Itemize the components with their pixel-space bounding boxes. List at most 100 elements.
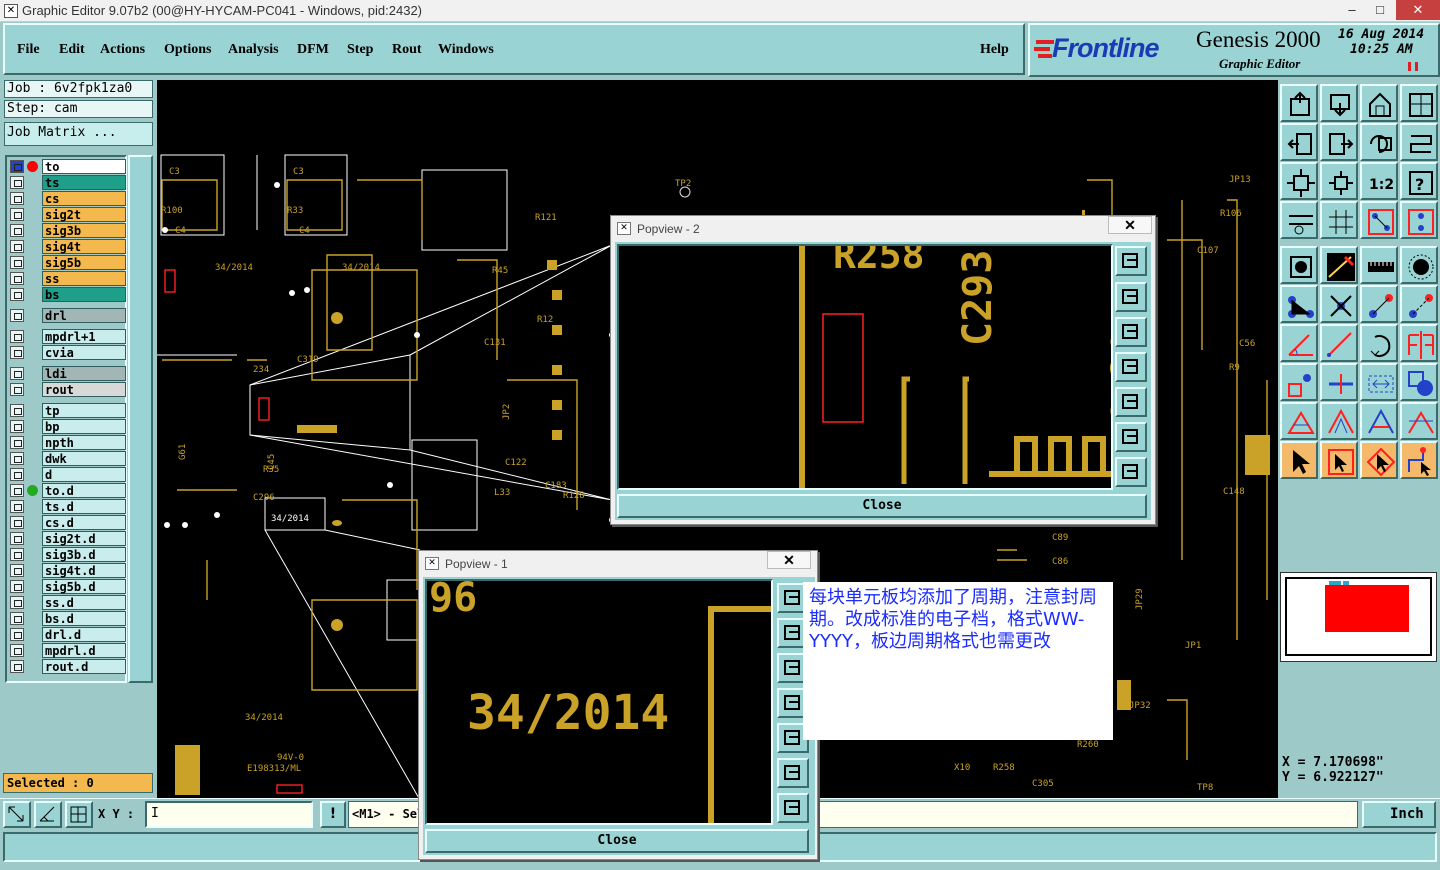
pan-button[interactable] <box>1115 457 1147 487</box>
popview-1-view[interactable]: 96 34/2014 <box>425 579 773 825</box>
menu-options[interactable]: Options <box>164 42 211 58</box>
layer-row-sig2t-d[interactable]: sig2t.d <box>9 531 126 546</box>
layer-name[interactable]: cvia <box>42 345 126 360</box>
layer-name[interactable]: sig4t.d <box>42 563 126 578</box>
layer-name[interactable]: bp <box>42 419 126 434</box>
connect-button[interactable] <box>1280 285 1318 323</box>
zoom-fit-button[interactable] <box>3 801 31 828</box>
layer-name[interactable]: cs <box>42 191 126 206</box>
board-minimap[interactable] <box>1280 572 1437 662</box>
select-box-button[interactable] <box>1320 441 1358 479</box>
pan-right-button[interactable] <box>1115 387 1147 417</box>
layer-row-sig5b-d[interactable]: sig5b.d <box>9 579 126 594</box>
layer-row-ldi[interactable]: ldi <box>9 366 126 381</box>
popview-2-view[interactable]: R258 C293 C290 <box>617 244 1113 490</box>
pan-left-button[interactable] <box>1115 352 1147 382</box>
layer-checkbox[interactable] <box>10 160 24 173</box>
menu-help[interactable]: Help <box>980 42 1009 58</box>
group-button[interactable] <box>1400 363 1438 401</box>
layer-row-sig4t[interactable]: sig4t <box>9 239 126 254</box>
layer-checkbox[interactable] <box>10 612 24 625</box>
layer-row-bp[interactable]: bp <box>9 419 126 434</box>
view-fit-button[interactable] <box>1115 246 1147 276</box>
layer-row-ts-d[interactable]: ts.d <box>9 499 126 514</box>
layer-name[interactable]: ss <box>42 271 126 286</box>
menu-windows[interactable]: Windows <box>438 42 494 58</box>
layer-row-cs-d[interactable]: cs.d <box>9 515 126 530</box>
zoom-button[interactable] <box>1320 162 1358 200</box>
redo-button[interactable] <box>1400 123 1438 161</box>
pointer-button[interactable] <box>1280 441 1318 479</box>
job-matrix-button[interactable]: Job Matrix ... <box>4 122 153 146</box>
layer-checkbox[interactable] <box>10 383 24 396</box>
layer-name[interactable]: dwk <box>42 451 126 466</box>
layer-name[interactable]: ts <box>42 175 126 190</box>
layer-name[interactable]: npth <box>42 435 126 450</box>
layer-name[interactable]: sig5b <box>42 255 126 270</box>
layer-checkbox[interactable] <box>10 644 24 657</box>
layer-checkbox[interactable] <box>10 500 24 513</box>
layer-name[interactable]: sig4t <box>42 239 126 254</box>
layer-checkbox[interactable] <box>10 580 24 593</box>
layer-row-ss-d[interactable]: ss.d <box>9 595 126 610</box>
layer-name[interactable]: rout.d <box>42 659 126 674</box>
layer-row-dwk[interactable]: dwk <box>9 451 126 466</box>
close-window-button[interactable]: ✕ <box>1396 0 1440 20</box>
layer-name[interactable]: sig5b.d <box>42 579 126 594</box>
popview-1-close-button[interactable]: Close <box>425 829 809 853</box>
menu-step[interactable]: Step <box>347 42 373 58</box>
rotate-button[interactable] <box>1360 324 1398 362</box>
popview-2-close-x[interactable]: ✕ <box>1108 216 1152 234</box>
layer-checkbox[interactable] <box>10 404 24 417</box>
layer-row-rout-d[interactable]: rout.d <box>9 659 126 674</box>
resize-button[interactable] <box>1360 363 1398 401</box>
delete-node-button[interactable] <box>1320 285 1358 323</box>
layers-b-button[interactable] <box>1400 201 1438 239</box>
layer-row-sig3b[interactable]: sig3b <box>9 223 126 238</box>
layer-name[interactable]: tp <box>42 403 126 418</box>
layer-name[interactable]: drl <box>42 308 126 323</box>
exclaim-button[interactable]: ! <box>320 801 346 828</box>
pan-button[interactable] <box>777 793 809 823</box>
layer-checkbox[interactable] <box>10 420 24 433</box>
layer-checkbox[interactable] <box>10 516 24 529</box>
layer-checkbox[interactable] <box>10 224 24 237</box>
layer-checkbox[interactable] <box>10 548 24 561</box>
popview-1-close-x[interactable]: ✕ <box>767 551 811 569</box>
open-job-button[interactable] <box>1280 84 1318 122</box>
layer-row-to-d[interactable]: to.d <box>9 483 126 498</box>
layer-name[interactable]: sig2t <box>42 207 126 222</box>
route-button[interactable] <box>1400 441 1438 479</box>
layer-name[interactable]: ts.d <box>42 499 126 514</box>
mirror-button[interactable] <box>1400 324 1438 362</box>
menu-actions[interactable]: Actions <box>100 42 145 58</box>
layer-checkbox[interactable] <box>10 532 24 545</box>
layer-name[interactable]: drl.d <box>42 627 126 642</box>
undo-button[interactable] <box>1360 123 1398 161</box>
layer-checkbox[interactable] <box>10 564 24 577</box>
zoom-area-button[interactable] <box>777 758 809 788</box>
layer-row-ss[interactable]: ss <box>9 271 126 286</box>
window-button[interactable] <box>1400 84 1438 122</box>
menu-file[interactable]: File <box>17 42 40 58</box>
layer-checkbox[interactable] <box>10 288 24 301</box>
layer-row-cvia[interactable]: cvia <box>9 345 126 360</box>
layer-checkbox[interactable] <box>10 346 24 359</box>
triangle-a-button[interactable] <box>1280 402 1318 440</box>
help-button[interactable]: ? <box>1400 162 1438 200</box>
layer-name[interactable]: sig3b <box>42 223 126 238</box>
layer-row-sig3b-d[interactable]: sig3b.d <box>9 547 126 562</box>
add-node-button[interactable] <box>1360 285 1398 323</box>
angle-button[interactable] <box>1280 324 1318 362</box>
layer-row-bs-d[interactable]: bs.d <box>9 611 126 626</box>
layer-row-mpdrl-d[interactable]: mpdrl.d <box>9 643 126 658</box>
layer-checkbox[interactable] <box>10 628 24 641</box>
fit-button[interactable] <box>1280 162 1318 200</box>
tools-button[interactable] <box>1280 201 1318 239</box>
target-button[interactable] <box>1400 246 1438 284</box>
maximize-button[interactable]: □ <box>1366 0 1394 20</box>
grid-button[interactable] <box>1320 201 1358 239</box>
layer-name[interactable]: bs <box>42 287 126 302</box>
layer-row-bs[interactable]: bs <box>9 287 126 302</box>
select-poly-button[interactable] <box>1360 441 1398 479</box>
